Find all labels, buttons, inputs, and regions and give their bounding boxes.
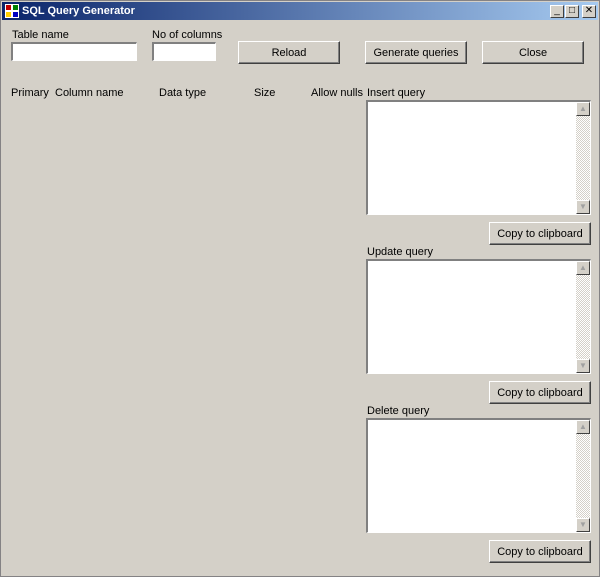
scroll-up-arrow-icon[interactable]: ▲ bbox=[576, 261, 590, 275]
insert-query-scrollbar[interactable]: ▲ ▼ bbox=[576, 102, 590, 214]
update-query-label: Update query bbox=[367, 246, 434, 258]
columns-count-input[interactable] bbox=[152, 42, 216, 61]
delete-query-label: Delete query bbox=[367, 405, 430, 417]
maximize-button[interactable]: □ bbox=[565, 5, 579, 18]
close-window-button[interactable]: ✕ bbox=[582, 5, 596, 18]
scroll-up-arrow-icon[interactable]: ▲ bbox=[576, 102, 590, 116]
title-bar[interactable]: SQL Query Generator _ □ ✕ bbox=[2, 2, 598, 20]
delete-query-scrollbar[interactable]: ▲ ▼ bbox=[576, 420, 590, 532]
table-name-label: Table name bbox=[12, 29, 69, 41]
app-icon bbox=[5, 4, 19, 18]
allow-nulls-header: Allow nulls bbox=[311, 87, 363, 99]
scroll-up-arrow-icon[interactable]: ▲ bbox=[576, 420, 590, 434]
close-icon: ✕ bbox=[584, 5, 594, 16]
insert-query-label: Insert query bbox=[367, 87, 426, 99]
close-button[interactable]: Close bbox=[482, 41, 584, 64]
minimize-icon: _ bbox=[554, 5, 560, 16]
scroll-down-arrow-icon[interactable]: ▼ bbox=[576, 200, 590, 214]
copy-delete-button[interactable]: Copy to clipboard bbox=[489, 540, 591, 563]
primary-header: Primary bbox=[11, 87, 49, 99]
window-title: SQL Query Generator bbox=[22, 5, 135, 17]
reload-button[interactable]: Reload bbox=[238, 41, 340, 64]
main-window: SQL Query Generator _ □ ✕ Table name No … bbox=[0, 0, 600, 577]
columns-count-label: No of columns bbox=[152, 29, 223, 41]
generate-queries-button[interactable]: Generate queries bbox=[365, 41, 467, 64]
copy-update-button[interactable]: Copy to clipboard bbox=[489, 381, 591, 404]
insert-query-textarea[interactable]: ▲ ▼ bbox=[366, 100, 591, 215]
delete-query-textarea[interactable]: ▲ ▼ bbox=[366, 418, 591, 533]
column-name-header: Column name bbox=[55, 87, 124, 99]
data-type-header: Data type bbox=[159, 87, 207, 99]
minimize-button[interactable]: _ bbox=[550, 5, 564, 18]
scroll-down-arrow-icon[interactable]: ▼ bbox=[576, 518, 590, 532]
update-query-scrollbar[interactable]: ▲ ▼ bbox=[576, 261, 590, 373]
copy-insert-button[interactable]: Copy to clipboard bbox=[489, 222, 591, 245]
maximize-icon: □ bbox=[568, 5, 576, 16]
table-name-input[interactable] bbox=[11, 42, 137, 61]
update-query-textarea[interactable]: ▲ ▼ bbox=[366, 259, 591, 374]
size-header: Size bbox=[254, 87, 276, 99]
scroll-down-arrow-icon[interactable]: ▼ bbox=[576, 359, 590, 373]
